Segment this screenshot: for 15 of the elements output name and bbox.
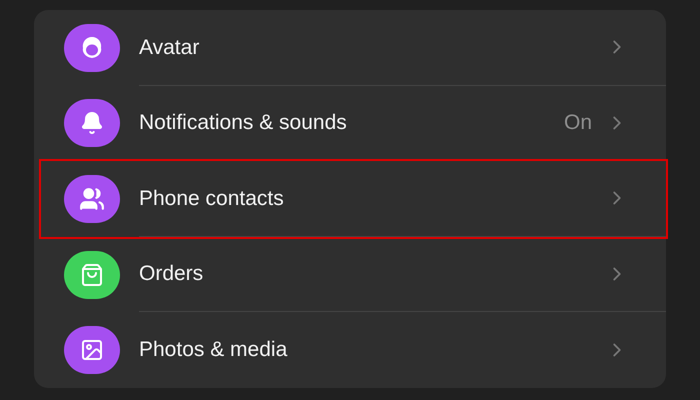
settings-row[interactable]: Phone contacts [41,161,666,237]
settings-row[interactable]: Avatar [34,10,666,86]
settings-row[interactable]: Notifications & sounds On [34,86,666,162]
row-label: Orders [139,261,204,288]
row-label: Photos & media [139,337,288,364]
settings-row[interactable]: Orders [34,236,666,312]
people-icon [79,186,105,212]
shopping-bag-icon [80,262,104,287]
row-label: Avatar [139,34,200,61]
row-value: On [564,110,592,136]
row-label: Notifications & sounds [139,110,348,136]
image-icon [80,338,104,362]
row-label: Phone contacts [139,186,285,212]
settings-row[interactable]: Photos & media [34,312,666,388]
bell-icon [80,111,104,136]
